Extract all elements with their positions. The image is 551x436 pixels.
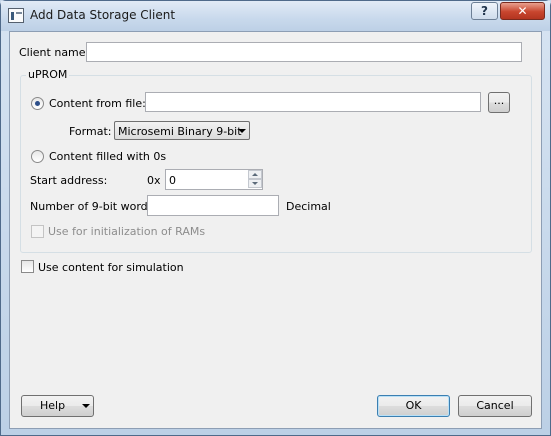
start-address-spinner[interactable] [248,170,262,189]
use-for-ram-init-label: Use for initialization of RAMs [48,225,206,238]
content-from-file-radio[interactable] [31,97,44,110]
client-name-label: Client name: [19,46,90,59]
app-window-icon [8,8,24,23]
start-address-prefix: 0x [147,174,161,187]
question-icon: ? [481,4,488,18]
start-address-label: Start address: [30,174,108,187]
use-for-ram-init-checkbox[interactable] [31,225,44,238]
dialog-title: Add Data Storage Client [30,8,176,22]
format-selected-value: Microsemi Binary 9-bit [118,125,242,138]
ok-button[interactable]: OK [377,395,450,417]
cancel-button[interactable]: Cancel [458,395,532,417]
num-words-label: Number of 9-bit words: [30,200,158,213]
browse-label: ... [493,94,505,107]
format-select[interactable]: Microsemi Binary 9-bit [114,121,250,140]
dialog-body: Client name: uPROM Content from file: ..… [9,31,542,429]
content-file-path-input[interactable] [145,92,481,112]
add-data-storage-client-dialog: Add Data Storage Client ? ✕ Client name:… [0,0,551,436]
client-name-input[interactable] [86,42,522,62]
content-from-file-label: Content from file: [49,97,146,110]
content-filled-zeros-label: Content filled with 0s [49,150,167,163]
cancel-button-label: Cancel [476,399,514,412]
use-for-simulation-label: Use content for simulation [38,261,184,274]
content-filled-zeros-radio[interactable] [31,150,44,163]
chevron-down-icon [82,404,90,408]
close-icon: ✕ [517,4,528,18]
ok-button-label: OK [405,399,422,412]
close-button[interactable]: ✕ [500,2,545,20]
spin-up-icon[interactable] [248,170,262,179]
help-button[interactable]: Help [21,395,94,417]
start-address-input[interactable]: 0 [165,169,263,190]
help-button-label: Help [40,399,66,412]
spin-down-icon[interactable] [248,179,262,188]
num-words-unit: Decimal [286,200,331,213]
help-title-button[interactable]: ? [471,2,498,20]
title-bar: Add Data Storage Client ? ✕ [1,1,550,31]
chevron-down-icon [238,129,246,133]
uprom-group-title: uPROM [26,68,70,81]
browse-button[interactable]: ... [488,92,510,113]
format-label: Format: [69,125,112,138]
use-for-simulation-checkbox[interactable] [21,260,34,273]
num-words-input[interactable] [147,195,279,216]
